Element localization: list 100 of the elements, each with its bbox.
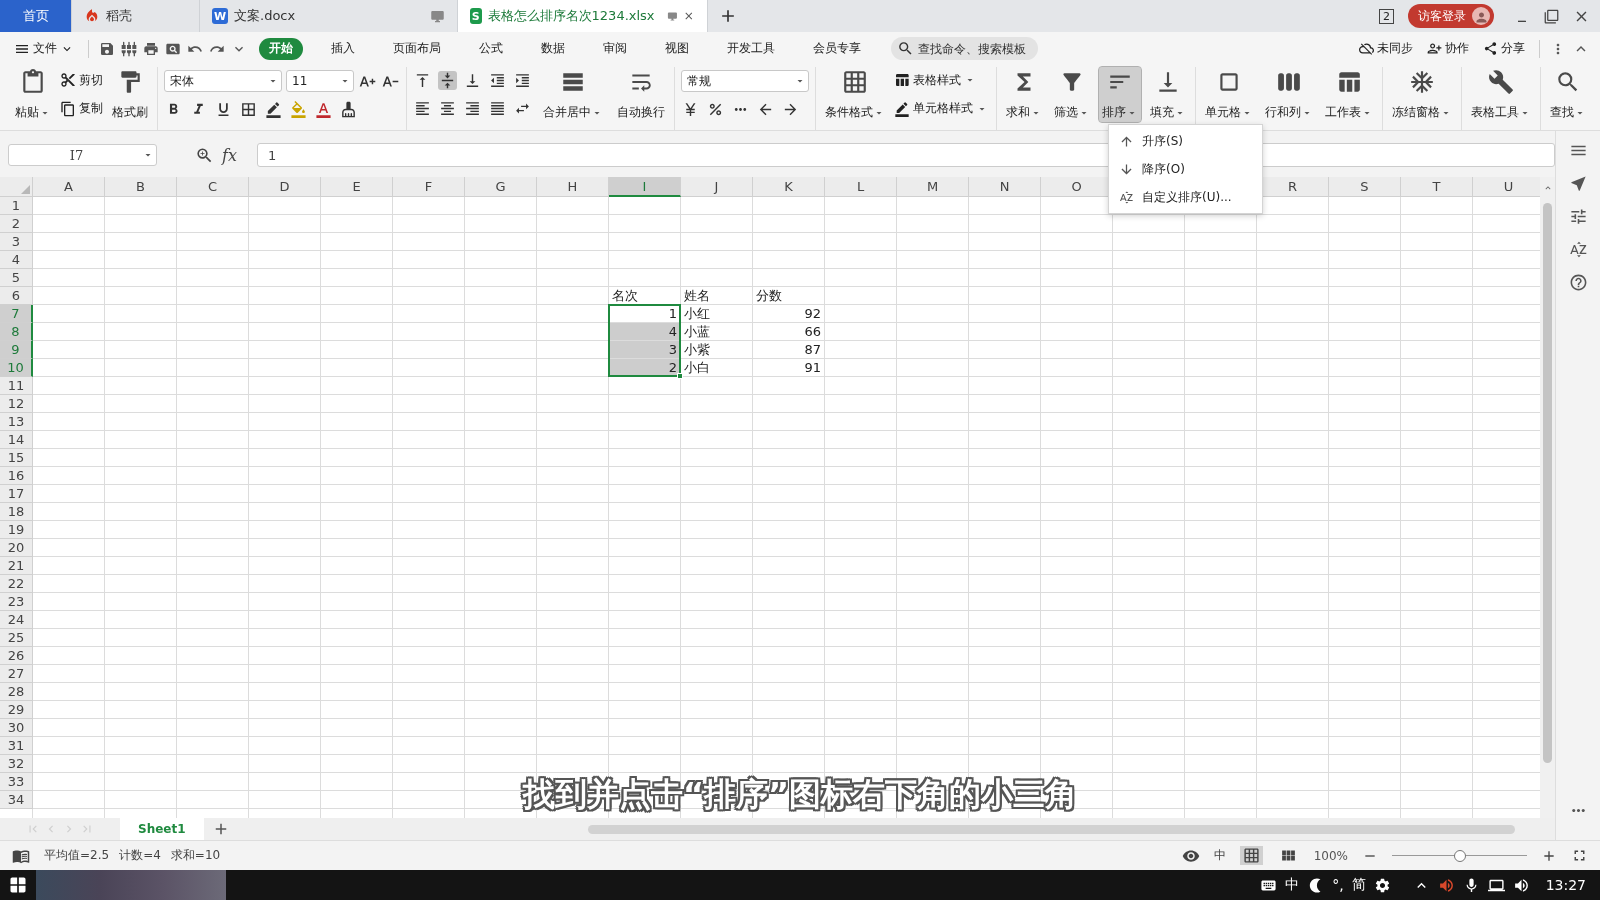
ime-mode[interactable]: 中: [1285, 876, 1300, 894]
cell-style-button[interactable]: 单元格样式: [892, 99, 990, 119]
fx-label[interactable]: fx: [222, 145, 237, 165]
row-header[interactable]: 15: [0, 449, 33, 467]
font-color-icon[interactable]: [314, 100, 333, 119]
toolbar-action[interactable]: 协作: [1423, 40, 1473, 57]
normal-view-icon[interactable]: [1239, 846, 1263, 865]
column-header[interactable]: U: [1473, 177, 1540, 197]
row-header[interactable]: 11: [0, 377, 33, 395]
ribbon-tab[interactable]: 插入: [321, 37, 365, 60]
align-middle-icon[interactable]: [438, 70, 457, 90]
cut-button[interactable]: 剪切: [58, 70, 105, 90]
copy-button[interactable]: 复制: [58, 99, 105, 119]
window-tab[interactable]: 首页: [0, 0, 72, 32]
column-header[interactable]: S: [1329, 177, 1401, 197]
name-box[interactable]: I7: [8, 144, 157, 166]
conditional-format-button[interactable]: 条件格式: [822, 67, 888, 122]
row-header[interactable]: 3: [0, 233, 33, 251]
row-header[interactable]: 9: [0, 341, 33, 359]
row-header[interactable]: 26: [0, 647, 33, 665]
row-header[interactable]: 31: [0, 737, 33, 755]
column-header[interactable]: B: [105, 177, 177, 197]
fill-color-icon[interactable]: [289, 100, 308, 119]
zoom-level[interactable]: 100%: [1313, 848, 1348, 863]
ribbon-button[interactable]: 单元格: [1202, 67, 1256, 122]
ribbon-tab[interactable]: 开始: [259, 37, 303, 60]
column-header[interactable]: L: [825, 177, 897, 197]
row-header[interactable]: 18: [0, 503, 33, 521]
row-header[interactable]: 4: [0, 251, 33, 269]
window-tab[interactable]: S 表格怎么排序名次1234.xlsx: [458, 0, 708, 32]
row-header[interactable]: 34: [0, 791, 33, 809]
save-icon[interactable]: [99, 40, 115, 57]
pointer-icon[interactable]: [1568, 174, 1588, 193]
column-header[interactable]: E: [321, 177, 393, 197]
ribbon-button[interactable]: 行和列: [1262, 67, 1316, 122]
column-header[interactable]: T: [1401, 177, 1473, 197]
column-header[interactable]: N: [969, 177, 1041, 197]
row-header[interactable]: 33: [0, 773, 33, 791]
column-header[interactable]: J: [681, 177, 753, 197]
row-header[interactable]: 25: [0, 629, 33, 647]
ribbon-tab[interactable]: 数据: [531, 37, 575, 60]
start-icon[interactable]: [8, 875, 28, 895]
ribbon-button[interactable]: 工作表: [1322, 67, 1376, 122]
row-header[interactable]: 28: [0, 683, 33, 701]
login-button[interactable]: 访客登录: [1408, 4, 1494, 28]
row-header[interactable]: 30: [0, 719, 33, 737]
merge-center-button[interactable]: 合并居中: [540, 67, 606, 122]
row-header[interactable]: 32: [0, 755, 33, 773]
row-header[interactable]: 1: [0, 197, 33, 215]
ribbon-tab[interactable]: 页面布局: [383, 37, 451, 60]
row-header[interactable]: 16: [0, 467, 33, 485]
format-painter-button[interactable]: 格式刷: [109, 67, 151, 122]
sheet-tab[interactable]: Sheet1: [120, 818, 204, 840]
number-format-field[interactable]: 常规: [681, 70, 809, 92]
cell-shading-icon[interactable]: [264, 100, 283, 119]
row-header[interactable]: 14: [0, 431, 33, 449]
row-header[interactable]: 19: [0, 521, 33, 539]
row-header[interactable]: 12: [0, 395, 33, 413]
row-header[interactable]: 23: [0, 593, 33, 611]
toolbar-action[interactable]: 分享: [1479, 40, 1529, 57]
paste-button[interactable]: 粘贴: [12, 67, 54, 122]
row-header[interactable]: 17: [0, 485, 33, 503]
monitor-icon[interactable]: [430, 8, 445, 24]
table-style-button[interactable]: 表格样式: [892, 70, 990, 90]
column-header[interactable]: H: [537, 177, 609, 197]
ribbon-button[interactable]: 表格工具: [1468, 67, 1534, 122]
row-header[interactable]: 21: [0, 557, 33, 575]
ribbon-tab[interactable]: 会员专享: [803, 37, 871, 60]
ribbon-tab[interactable]: 开发工具: [717, 37, 785, 60]
column-header[interactable]: M: [897, 177, 969, 197]
settings-icon[interactable]: [1373, 876, 1391, 894]
print-icon[interactable]: [143, 40, 159, 57]
zoom-icon[interactable]: [195, 145, 214, 165]
ribbon-tab[interactable]: 视图: [655, 37, 699, 60]
row-header[interactable]: 24: [0, 611, 33, 629]
column-header[interactable]: A: [33, 177, 105, 197]
column-header[interactable]: F: [393, 177, 465, 197]
horizontal-scrollbar[interactable]: [587, 824, 1515, 834]
ime-script[interactable]: 简: [1351, 876, 1366, 894]
ribbon-button[interactable]: 填充: [1147, 67, 1189, 122]
column-header[interactable]: K: [753, 177, 825, 197]
column-header[interactable]: C: [177, 177, 249, 197]
ribbon-button[interactable]: 筛选: [1051, 67, 1093, 122]
border-icon[interactable]: [239, 100, 258, 119]
row-header[interactable]: 22: [0, 575, 33, 593]
font-name-field[interactable]: 宋体: [164, 70, 282, 92]
font-size-field[interactable]: 11: [286, 70, 354, 92]
ribbon-button[interactable]: 排序: [1099, 67, 1141, 122]
row-header[interactable]: 6: [0, 287, 33, 305]
ribbon-button[interactable]: 查找: [1547, 67, 1589, 122]
ribbon-button[interactable]: 求和: [1003, 67, 1045, 122]
restore-icon[interactable]: [1544, 8, 1559, 24]
row-header[interactable]: 5: [0, 269, 33, 287]
ime-punctuation[interactable]: °,: [1332, 877, 1344, 893]
search-field[interactable]: 查找命令、搜索模板: [891, 37, 1038, 60]
ribbon-button[interactable]: 冻结窗格: [1389, 67, 1455, 122]
file-menu[interactable]: 文件: [10, 40, 78, 57]
sliders-icon[interactable]: [1568, 207, 1588, 226]
row-header[interactable]: 2: [0, 215, 33, 233]
help-icon[interactable]: [1568, 273, 1588, 292]
